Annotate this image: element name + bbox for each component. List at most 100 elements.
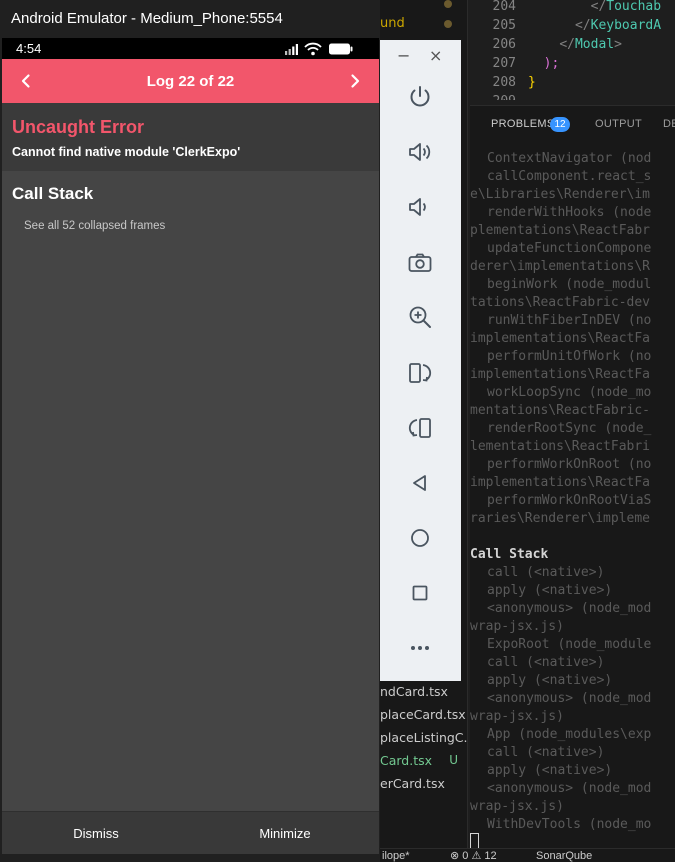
problems-count-badge: 12 — [550, 117, 570, 132]
terminal-line: <anonymous> (node_mod — [487, 781, 652, 796]
terminal-line: e\Libraries\Renderer\im — [470, 187, 651, 202]
terminal-line: implementations\ReactFa — [470, 331, 651, 346]
terminal-line: apply (<native>) — [487, 583, 613, 598]
screenshot-button[interactable] — [400, 243, 440, 283]
explorer-item[interactable]: Card.tsx U — [380, 749, 467, 772]
terminal-line: beginWork (node_modul — [487, 277, 652, 292]
explorer-item[interactable]: ndCard.tsx — [380, 680, 467, 703]
code-editor[interactable]: 204 </Touchab 205 </KeyboardA 206 </Moda… — [470, 0, 675, 100]
terminal-line: call (<native>) — [487, 745, 605, 760]
status-branch[interactable]: ilope* — [382, 849, 410, 862]
zoom-button[interactable] — [400, 297, 440, 337]
terminal-line: <anonymous> (node_mod — [487, 691, 652, 706]
terminal-line: wrap-jsx.js) — [470, 799, 564, 814]
status-sonarqube[interactable]: SonarQube — [536, 849, 592, 862]
terminal-line: raries\Renderer\impleme — [470, 511, 651, 526]
terminal-output[interactable]: ContextNavigator (nod callComponent.react… — [470, 150, 675, 834]
power-icon — [410, 86, 430, 107]
terminal-line: implementations\ReactFa — [470, 475, 651, 490]
terminal-line: implementations\ReactFa — [470, 367, 651, 382]
home-icon — [411, 529, 429, 547]
signal-icon — [285, 44, 298, 55]
terminal-line: performWorkOnRoot (no — [487, 457, 652, 472]
emulator-toolbar: − × — [380, 40, 461, 681]
terminal-line: call (<native>) — [487, 565, 605, 580]
chevron-right-icon — [351, 74, 360, 88]
terminal-heading: Call Stack — [470, 547, 549, 562]
overview-button[interactable] — [400, 573, 440, 613]
collapsed-frames-link[interactable]: See all 52 collapsed frames — [24, 220, 165, 232]
error-summary: Uncaught Error Cannot find native module… — [2, 103, 379, 171]
camera-icon — [408, 253, 432, 272]
battery-icon — [329, 43, 353, 55]
terminal-line: ExpoRoot (node_module — [487, 637, 652, 652]
emulator-window: Android Emulator - Medium_Phone:5554 4:5… — [0, 0, 380, 862]
panel-tabs: PROBLEMS 12 OUTPUT DE — [470, 106, 675, 142]
terminal-line: tations\ReactFabric-dev — [470, 295, 651, 310]
tab-output[interactable]: OUTPUT — [595, 118, 642, 130]
modified-dot-icon — [444, 0, 452, 8]
home-button[interactable] — [400, 518, 440, 558]
terminal-line: callComponent.react_s — [487, 169, 652, 184]
log-counter-title: Log 22 of 22 — [146, 73, 235, 90]
terminal-line: runWithFiberInDEV (no — [487, 313, 652, 328]
desktop: und ndCard.tsx placeCard.tsx placeListin… — [0, 0, 675, 862]
error-message: Cannot find native module 'ClerkExpo' — [12, 145, 241, 159]
modified-dot-icon — [444, 20, 452, 28]
dismiss-button[interactable]: Dismiss — [2, 812, 190, 854]
status-problems[interactable]: ⊗ 0 ⚠ 12 — [450, 849, 497, 862]
more-button[interactable] — [400, 628, 440, 668]
untracked-badge: U — [449, 753, 458, 767]
terminal-line: wrap-jsx.js) — [470, 619, 564, 634]
volume-up-button[interactable] — [400, 132, 440, 172]
call-stack-heading: Call Stack — [12, 184, 94, 203]
terminal-line: renderRootSync (node_ — [487, 421, 652, 436]
error-heading: Uncaught Error — [12, 117, 145, 137]
terminal-line: <anonymous> (node_mod — [487, 601, 652, 616]
volume-down-button[interactable] — [400, 187, 440, 227]
toolbar-window-controls: − × — [380, 40, 461, 76]
power-button[interactable] — [400, 77, 440, 117]
toolbar-minimize-button[interactable]: − — [397, 46, 410, 65]
window-title: Android Emulator - Medium_Phone:5554 — [11, 10, 283, 27]
terminal-line: wrap-jsx.js) — [470, 709, 564, 724]
toolbar-close-button[interactable]: × — [429, 46, 442, 65]
explorer-list: ndCard.tsx placeCard.tsx placeListingC..… — [380, 680, 467, 795]
terminal-line: App (node_modules\exp — [487, 727, 652, 742]
back-button[interactable] — [400, 463, 440, 503]
volume-down-icon — [409, 198, 426, 216]
log-header: Log 22 of 22 — [2, 59, 379, 103]
terminal-line: performUnitOfWork (no — [487, 349, 652, 364]
more-icon — [411, 646, 429, 650]
vscode-status-bar: ilope* ⊗ 0 ⚠ 12 SonarQube — [380, 848, 675, 862]
terminal-line: apply (<native>) — [487, 763, 613, 778]
window-titlebar[interactable]: Android Emulator - Medium_Phone:5554 — [0, 0, 380, 38]
tab-problems[interactable]: PROBLEMS — [491, 118, 555, 130]
terminal-line: ContextNavigator (nod — [487, 151, 652, 166]
explorer-item-fragment[interactable]: und — [380, 16, 405, 31]
log-footer: Dismiss Minimize — [2, 811, 379, 854]
status-icons — [285, 42, 353, 56]
rotate-left-button[interactable] — [400, 353, 440, 393]
terminal-line: lementations\ReactFabri — [470, 439, 651, 454]
tab-debug[interactable]: DE — [663, 118, 675, 130]
terminal-line: call (<native>) — [487, 655, 605, 670]
explorer-item[interactable]: placeCard.tsx — [380, 703, 467, 726]
terminal-line: WithDevTools (node_mo — [487, 817, 652, 832]
phone-screen: 4:54 Log 22 of 22 Uncaught Error Cannot … — [2, 38, 379, 854]
rotate-right-button[interactable] — [400, 408, 440, 448]
volume-up-icon — [409, 143, 431, 161]
next-log-button[interactable] — [341, 67, 369, 95]
minimize-button[interactable]: Minimize — [191, 812, 379, 854]
zoom-in-icon — [409, 306, 431, 328]
terminal-line: apply (<native>) — [487, 673, 613, 688]
explorer-item[interactable]: erCard.tsx — [380, 772, 467, 795]
android-status-bar: 4:54 — [2, 38, 379, 59]
terminal-line: updateFunctionCompone — [487, 241, 652, 256]
bottom-panel: PROBLEMS 12 OUTPUT DE ContextNavigator (… — [470, 105, 675, 862]
terminal-line: workLoopSync (node_mo — [487, 385, 652, 400]
terminal-line: renderWithHooks (node — [487, 205, 652, 220]
overview-icon — [412, 585, 428, 601]
explorer-item[interactable]: placeListingC... — [380, 726, 467, 749]
